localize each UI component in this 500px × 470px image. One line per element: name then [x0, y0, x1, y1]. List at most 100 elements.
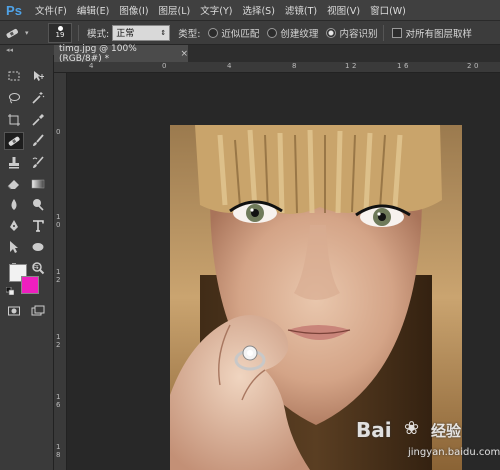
canvas-area[interactable]	[67, 73, 500, 470]
radio-create-texture[interactable]	[267, 27, 278, 38]
divider	[383, 24, 385, 41]
chevron-down-icon: ▾	[25, 28, 29, 37]
eyedropper-icon	[32, 114, 44, 126]
ruler-tick-label: 0	[474, 62, 479, 70]
mode-value: 正常	[116, 29, 135, 39]
ruler-tick-label: 0	[162, 62, 167, 70]
rect-marquee-icon	[8, 71, 20, 81]
magic-wand-tool[interactable]	[28, 89, 48, 107]
document-tab-title: timg.jpg @ 100%(RGB/8#) *	[59, 43, 137, 64]
ruler-tick-label: 4	[227, 62, 232, 70]
ruler-tick-label: 1	[56, 393, 61, 401]
horizontal-ruler[interactable]: 4 0 4 8 1 2 1 6 2 0	[67, 62, 500, 73]
ruler-tick-label: 1	[397, 62, 402, 70]
content-aware-label: 内容识别	[339, 28, 378, 40]
swap-colors-icon[interactable]: ⇆	[32, 262, 39, 271]
pen-icon	[10, 220, 18, 231]
radio-proximity-match[interactable]	[208, 27, 219, 38]
mode-label: 模式:	[87, 28, 110, 40]
ruler-tick-label: 1	[56, 268, 61, 276]
jingyan-brand: 经验	[431, 422, 462, 440]
menu-edit[interactable]: 编辑(E)	[73, 3, 113, 17]
move-icon	[34, 71, 44, 81]
tool-preset-picker[interactable]: ▾	[4, 23, 44, 43]
baidu-jingyan-watermark: Bai ❀ 经验 jingyan.baidu.com	[356, 412, 500, 464]
menu-image[interactable]: 图像(I)	[115, 3, 152, 17]
brush-size-picker[interactable]: 19	[48, 22, 72, 43]
gradient-icon	[31, 179, 45, 189]
eyedropper-tool[interactable]	[28, 111, 48, 129]
photoshop-logo: Ps	[6, 2, 22, 18]
move-tool[interactable]	[28, 67, 48, 85]
background-color-swatch[interactable]	[21, 276, 39, 294]
default-colors-icon[interactable]	[6, 287, 14, 295]
crop-tool[interactable]	[4, 111, 24, 129]
ellipse-icon	[32, 243, 44, 251]
baidu-logo: Bai	[356, 418, 392, 442]
ruler-tick-label: 2	[56, 341, 61, 349]
crop-icon	[8, 114, 20, 126]
clone-stamp-tool[interactable]	[4, 154, 24, 172]
tools-panel: ⇆	[0, 55, 54, 470]
quick-mask-tool[interactable]	[4, 302, 24, 320]
lasso-tool[interactable]	[4, 89, 24, 107]
magic-wand-icon	[32, 92, 45, 104]
history-brush-icon	[32, 156, 44, 168]
lasso-icon	[9, 93, 20, 104]
menu-bar: Ps 文件(F) 编辑(E) 图像(I) 图层(L) 文字(Y) 选择(S) 滤…	[0, 0, 500, 21]
screen-mode-tool[interactable]	[28, 302, 48, 320]
type-label: 类型:	[178, 28, 201, 40]
type-tool[interactable]	[28, 217, 48, 235]
ruler-tick-label: 0	[56, 221, 61, 229]
select-arrows-icon: ⇕	[160, 28, 167, 37]
ruler-tick-label: 1	[56, 213, 61, 221]
ellipse-tool[interactable]	[28, 238, 48, 256]
marquee-tool[interactable]	[4, 67, 24, 85]
document-tab[interactable]: timg.jpg @ 100%(RGB/8#) * ×	[54, 43, 188, 64]
watermark-url: jingyan.baidu.com	[408, 447, 500, 458]
stamp-icon	[9, 157, 19, 169]
spot-healing-brush-icon	[6, 28, 18, 38]
radio-content-aware[interactable]	[326, 27, 337, 38]
toolbar-collapse-handle[interactable]: ◂◂	[0, 45, 54, 55]
blur-tool[interactable]	[4, 196, 24, 214]
ruler-tick-label: 0	[56, 128, 61, 136]
divider	[78, 24, 79, 41]
brush-size-value: 19	[55, 31, 65, 39]
gradient-tool[interactable]	[28, 175, 48, 193]
path-select-icon	[10, 241, 18, 253]
spot-healing-brush-tool[interactable]	[4, 132, 24, 150]
menu-layer[interactable]: 图层(L)	[155, 3, 195, 17]
mode-select[interactable]: 正常 ⇕	[112, 24, 171, 41]
paw-icon: ❀	[404, 418, 420, 439]
eraser-icon	[7, 180, 19, 190]
eraser-tool[interactable]	[4, 175, 24, 193]
ruler-tick-label: 4	[89, 62, 94, 70]
menu-select[interactable]: 选择(S)	[238, 3, 278, 17]
pen-tool[interactable]	[4, 217, 24, 235]
menu-type[interactable]: 文字(Y)	[196, 3, 236, 17]
menu-window[interactable]: 窗口(W)	[366, 3, 410, 17]
ruler-tick-label: 2	[467, 62, 472, 70]
dodge-tool[interactable]	[28, 196, 48, 214]
ruler-tick-label: 1	[56, 333, 61, 341]
screen-mode-icon	[31, 305, 45, 316]
brush-tool[interactable]	[28, 132, 48, 150]
sample-all-layers-label: 对所有图层取样	[405, 28, 472, 40]
type-icon	[33, 220, 44, 232]
sample-all-layers-checkbox[interactable]	[392, 27, 403, 38]
menu-filter[interactable]: 滤镜(T)	[281, 3, 321, 17]
path-selection-tool[interactable]	[4, 238, 24, 256]
history-brush-tool[interactable]	[28, 154, 48, 172]
ruler-tick-label: 1	[56, 443, 61, 451]
ruler-tick-label: 1	[345, 62, 350, 70]
ruler-corner	[54, 62, 67, 73]
options-bar: ▾ 19 模式: 正常 ⇕ 类型: 近似匹配 创建纹理 内容识别 对所有图层取样	[0, 21, 500, 45]
close-icon[interactable]: ×	[180, 49, 188, 59]
ruler-tick-label: 8	[56, 451, 61, 459]
ruler-tick-label: 6	[404, 62, 409, 70]
droplet-icon	[11, 199, 17, 210]
vertical-ruler[interactable]: 0 1 0 1 2 1 2 1 6 1 8	[54, 73, 67, 470]
menu-file[interactable]: 文件(F)	[31, 3, 71, 17]
menu-view[interactable]: 视图(V)	[323, 3, 364, 17]
